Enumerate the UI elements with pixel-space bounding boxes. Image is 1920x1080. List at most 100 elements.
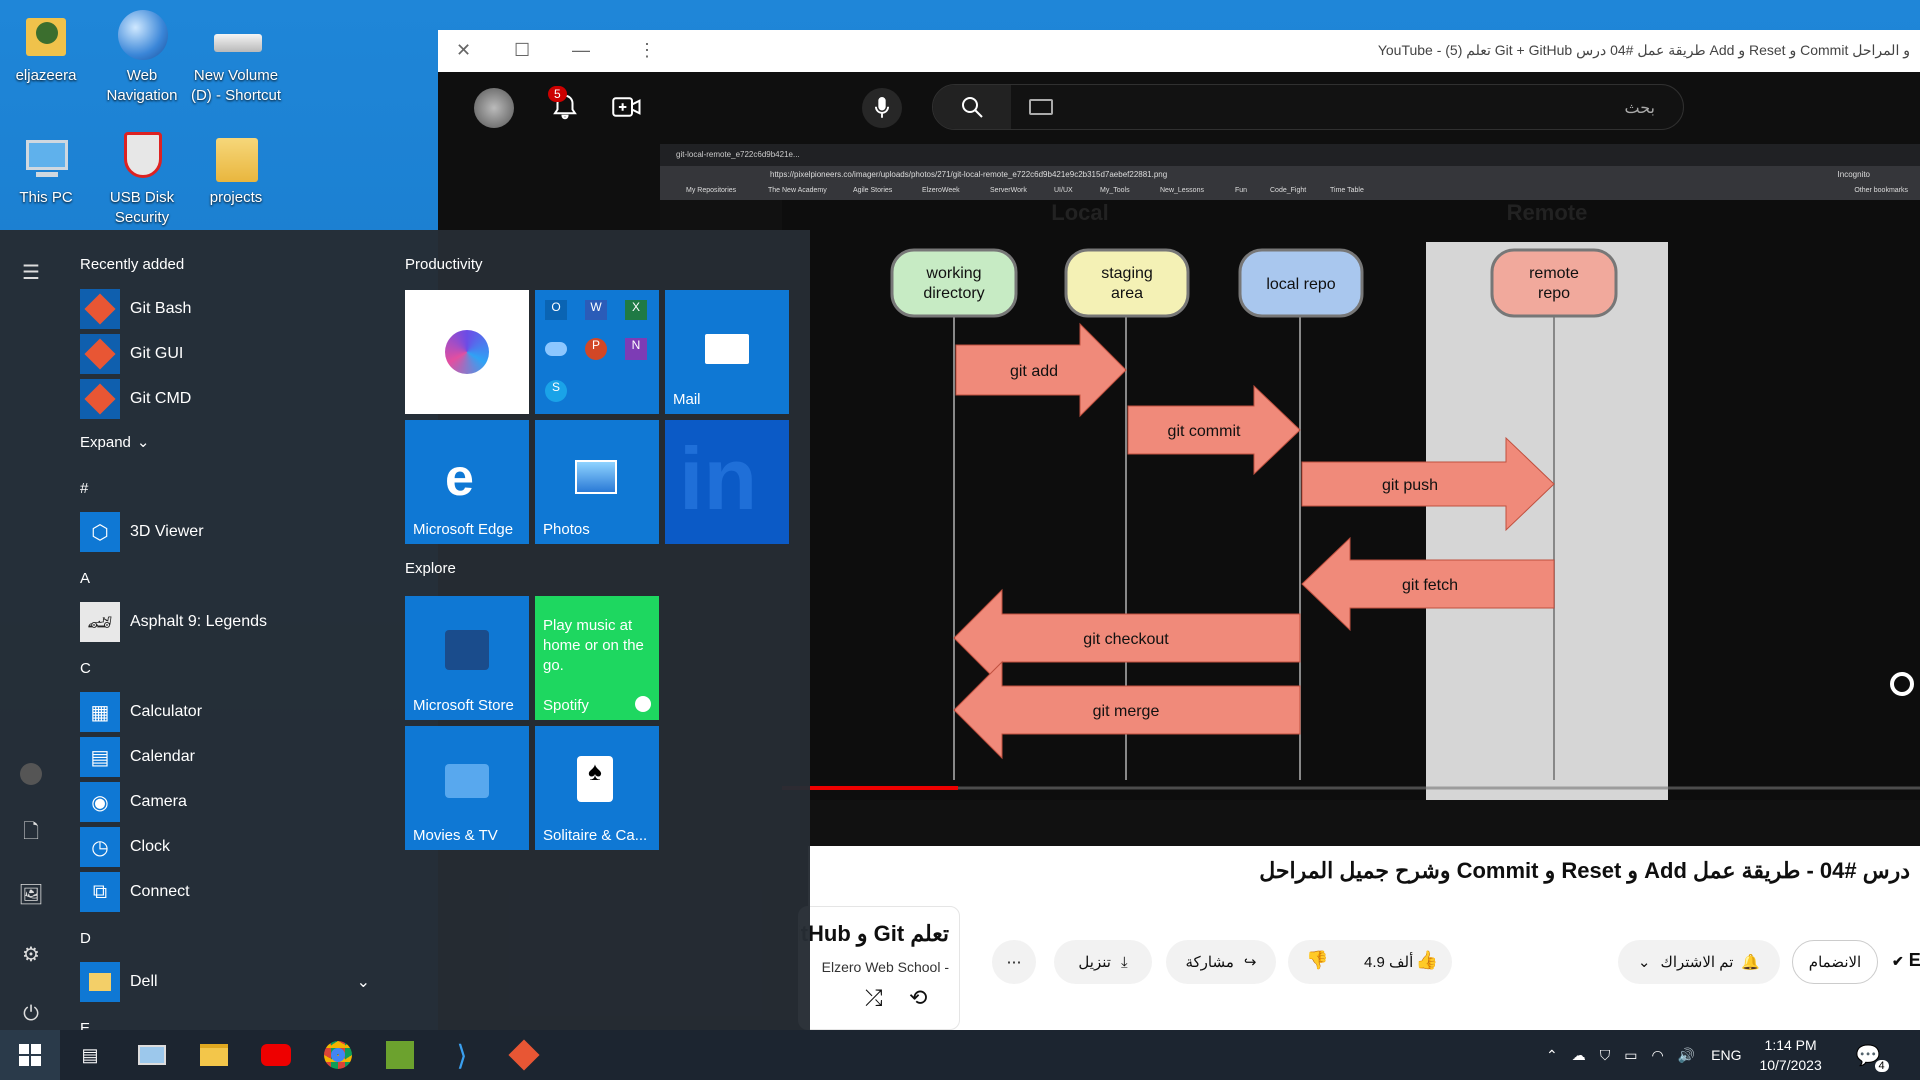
close-icon[interactable]: ✕ xyxy=(456,40,471,61)
windows-icon xyxy=(19,1044,41,1066)
expand-button[interactable]: Expand ⌄ xyxy=(80,421,380,463)
tile-photos[interactable]: Photos xyxy=(535,420,659,544)
settings-icon[interactable]: ⚙ xyxy=(15,938,47,970)
desktop-icon-new-volume[interactable]: New Volume (D) - Shortcut xyxy=(188,8,284,106)
language-indicator[interactable]: ENG xyxy=(1711,1047,1741,1063)
like-icon[interactable]: 👍 xyxy=(1416,950,1438,971)
letter-header[interactable]: # xyxy=(80,480,88,497)
youtube-icon[interactable] xyxy=(246,1030,306,1080)
app-calendar[interactable]: ▤ Calendar xyxy=(80,736,380,778)
desktop-icon-projects[interactable]: projects xyxy=(188,130,284,208)
linkedin-icon: in xyxy=(679,429,758,528)
notification-center-icon[interactable]: 💬 4 xyxy=(1856,1043,1889,1072)
desktop-icon-eljazeera[interactable]: eljazeera xyxy=(0,8,94,86)
playlist-title[interactable]: تعلم Git و GitHub xyxy=(799,921,949,947)
desktop-icon-label: USB Disk Security xyxy=(109,189,175,226)
git-icon[interactable] xyxy=(494,1030,554,1080)
taskbar: ▤ ⟩ ⌃ ☁ ⛉ ▭ ◠ 🔊 ENG 1:14 PM 10/7/2023 💬 … xyxy=(0,1030,1920,1080)
vscode-icon[interactable]: ⟩ xyxy=(432,1030,492,1080)
app-connect[interactable]: ⧉ Connect xyxy=(80,871,380,913)
app-git-cmd[interactable]: Git CMD xyxy=(80,378,380,420)
subscribed-button[interactable]: ⌄ تم الاشتراك 🔔 xyxy=(1618,940,1780,984)
loop-icon[interactable]: ⟲ xyxy=(909,985,927,1011)
battery-icon[interactable]: ▭ xyxy=(1624,1047,1637,1064)
channel-label: Elzero xyxy=(1908,950,1920,970)
app-git-gui[interactable]: Git GUI xyxy=(80,333,380,375)
chevron-up-icon[interactable]: ⌃ xyxy=(1546,1047,1558,1064)
app-label: Camera xyxy=(130,793,187,810)
security-icon[interactable]: ⛉ xyxy=(1600,1047,1611,1064)
task-view-icon[interactable]: ▤ xyxy=(60,1030,120,1080)
chrome-icon[interactable] xyxy=(308,1030,368,1080)
notification-badge: 5 xyxy=(548,86,567,102)
download-button[interactable]: تنزيل ⤓ xyxy=(1054,940,1152,984)
shuffle-icon[interactable]: ⤮ xyxy=(865,985,883,1011)
tile-linkedin[interactable]: in xyxy=(665,420,789,544)
chevron-down-icon[interactable]: ⌄ xyxy=(357,972,370,992)
pictures-icon[interactable]: 🖼 xyxy=(15,878,47,910)
app-clock[interactable]: ◷ Clock xyxy=(80,826,380,868)
app-calculator[interactable]: ▦ Calculator xyxy=(80,691,380,733)
app-dell[interactable]: Dell ⌄ xyxy=(80,961,380,1003)
search-input[interactable]: بحث xyxy=(1625,98,1656,118)
app-git-bash[interactable]: Git Bash xyxy=(80,288,380,330)
tile-spotify[interactable]: Play music at home or on the go. Spotify xyxy=(535,596,659,720)
minimize-icon[interactable]: — xyxy=(572,40,590,61)
remote-desktop-icon[interactable] xyxy=(122,1030,182,1080)
more-vertical-icon[interactable]: ⋮ xyxy=(638,40,656,61)
tile-movies-tv[interactable]: Movies & TV xyxy=(405,726,529,850)
desktop-icon-usb-disk-security[interactable]: USB Disk Security xyxy=(94,130,190,228)
tile-office-apps[interactable]: O W X P N S xyxy=(535,290,659,414)
app-asphalt[interactable]: 🏎 Asphalt 9: Legends xyxy=(80,601,380,643)
edge-icon: e xyxy=(445,449,474,507)
keyboard-icon[interactable] xyxy=(1029,99,1053,115)
cast-icon: ⧉ xyxy=(80,872,120,912)
office-logo-icon xyxy=(445,330,489,374)
tile-mail[interactable]: Mail xyxy=(665,290,789,414)
letter-header[interactable]: E xyxy=(80,1020,90,1030)
join-button[interactable]: الانضمام xyxy=(1792,940,1878,984)
channel-name[interactable]: ✔ Elzero xyxy=(1892,950,1920,971)
letter-header[interactable]: D xyxy=(80,930,91,947)
documents-icon[interactable]: 🗋 xyxy=(15,818,47,850)
notifications-icon[interactable]: 5 xyxy=(548,86,584,126)
arrow-label: git fetch xyxy=(1402,577,1458,594)
file-explorer-icon[interactable] xyxy=(184,1030,244,1080)
power-icon[interactable]: ⏻ xyxy=(15,998,47,1030)
bookmark: Code_Fight xyxy=(1270,187,1307,194)
bookmark: My_Tools xyxy=(1100,187,1130,194)
settings-icon[interactable] xyxy=(1890,672,1914,696)
search-bar[interactable]: بحث xyxy=(932,84,1684,130)
volume-icon[interactable]: 🔊 xyxy=(1678,1047,1695,1064)
user-icon[interactable] xyxy=(15,758,47,790)
desktop-icon-this-pc[interactable]: This PC xyxy=(0,130,94,208)
tile-microsoft-store[interactable]: Microsoft Store xyxy=(405,596,529,720)
playlist-channel[interactable]: Elzero Web School - xyxy=(822,959,949,975)
voice-search-icon[interactable] xyxy=(862,88,902,128)
video-browser-urlbar: https://pixelpioneers.co/imager/uploads/… xyxy=(660,166,1920,184)
search-button[interactable] xyxy=(933,85,1011,129)
tile-copilot[interactable] xyxy=(405,290,529,414)
tile-edge[interactable]: e Microsoft Edge xyxy=(405,420,529,544)
app-3d-viewer[interactable]: ⬡ 3D Viewer xyxy=(80,511,380,553)
desktop-icon-web-navigation[interactable]: Web Navigation xyxy=(94,8,190,106)
maximize-icon[interactable]: ☐ xyxy=(514,40,530,61)
wifi-icon[interactable]: ◠ xyxy=(1651,1047,1663,1064)
create-video-icon[interactable] xyxy=(612,94,642,125)
letter-header[interactable]: C xyxy=(80,660,91,677)
video-player[interactable]: git-local-remote_e722c6d9b421e... https:… xyxy=(660,144,1920,846)
share-button[interactable]: مشاركة ↪ xyxy=(1166,940,1276,984)
avatar[interactable] xyxy=(474,88,514,128)
app-camera[interactable]: ◉ Camera xyxy=(80,781,380,823)
letter-header[interactable]: A xyxy=(80,570,90,587)
bookmark: Other bookmarks xyxy=(1854,187,1908,194)
tile-solitaire[interactable]: ♠ Solitaire & Ca... xyxy=(535,726,659,850)
hamburger-icon[interactable]: ☰ xyxy=(15,256,47,288)
excel-like-icon[interactable] xyxy=(370,1030,430,1080)
clock[interactable]: 1:14 PM 10/7/2023 xyxy=(1759,1035,1821,1075)
dislike-icon[interactable]: 👎 xyxy=(1306,950,1328,971)
more-actions-button[interactable]: ⋯ xyxy=(992,940,1036,984)
start-button[interactable] xyxy=(0,1030,60,1080)
youtube-header: 5 بحث xyxy=(438,72,1920,144)
onedrive-icon[interactable]: ☁ xyxy=(1572,1047,1586,1064)
